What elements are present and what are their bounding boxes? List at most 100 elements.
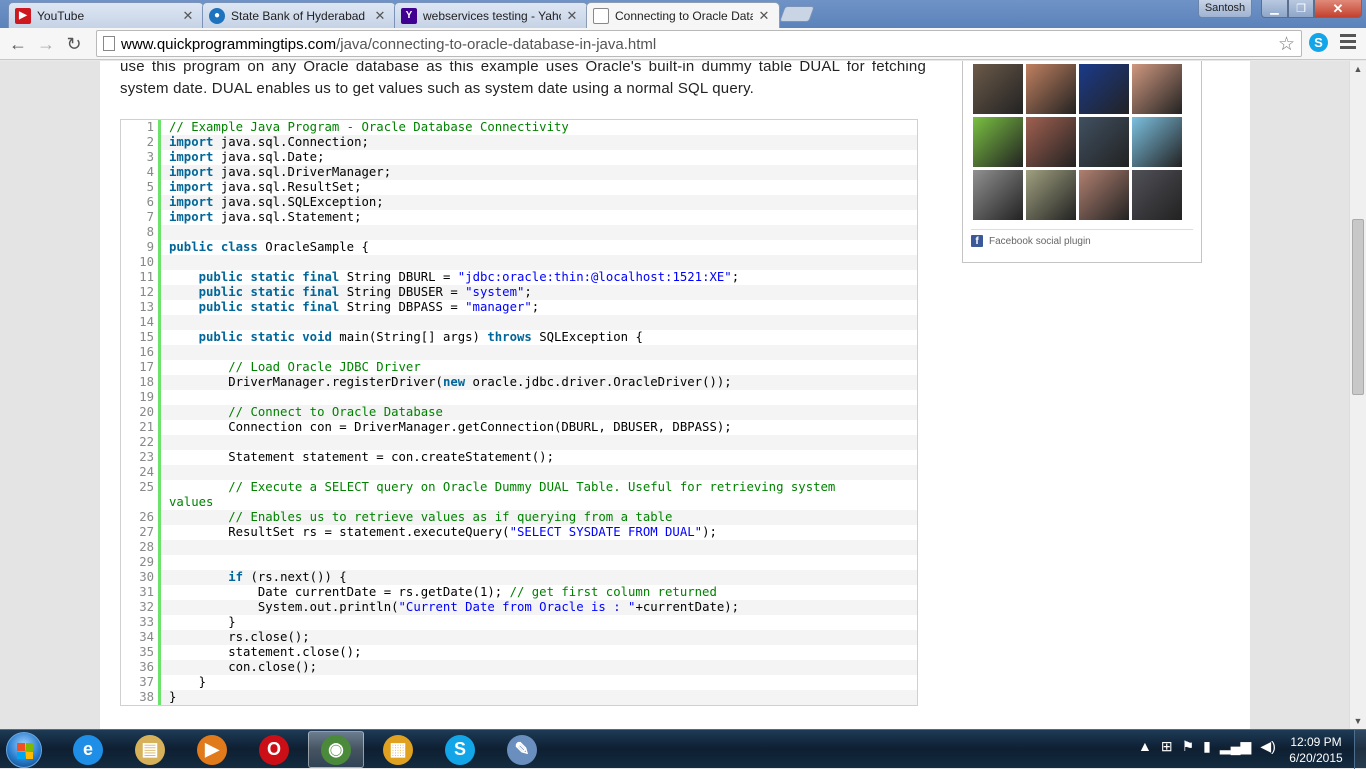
code-text: statement.close(); [161, 645, 917, 660]
facebook-plugin-footer[interactable]: f Facebook social plugin [971, 229, 1193, 247]
fan-avatar[interactable] [1026, 117, 1076, 167]
scroll-up-arrow-icon[interactable]: ▲ [1350, 61, 1366, 77]
skype-icon: S [445, 734, 475, 765]
fan-avatar[interactable] [1079, 117, 1129, 167]
code-line: 14 [121, 315, 917, 330]
code-line: 20 // Connect to Oracle Database [121, 405, 917, 420]
close-window-button[interactable]: ✕ [1314, 0, 1362, 18]
line-number: 3 [121, 150, 161, 165]
address-bar[interactable]: www.quickprogrammingtips.com/java/connec… [96, 30, 1302, 57]
close-icon[interactable]: ✕ [373, 8, 387, 24]
network-icon[interactable]: ▮ [1203, 738, 1211, 755]
fan-avatar[interactable] [1132, 170, 1182, 220]
signal-icon[interactable]: ▂▄▆ [1220, 738, 1251, 755]
fan-avatar[interactable] [973, 170, 1023, 220]
code-token: ); [702, 525, 717, 539]
minimize-button[interactable]: ▁ [1261, 0, 1288, 18]
code-listing: 1 // Example Java Program - Oracle Databa… [120, 119, 918, 706]
url-host: www.quickprogrammingtips.com [121, 36, 337, 53]
chrome-menu-icon[interactable] [1340, 34, 1356, 52]
code-text: // Enables us to retrieve values as if q… [161, 510, 917, 525]
taskbar-media-player[interactable]: ▶ [184, 731, 240, 768]
line-number: 37 [121, 675, 161, 690]
code-text: } [161, 675, 917, 690]
taskbar-apps-grid[interactable]: ▦ [370, 731, 426, 768]
code-text: System.out.println("Current Date from Or… [161, 600, 917, 615]
code-text [161, 225, 917, 240]
taskbar-clock[interactable]: 12:09 PM 6/20/2015 [1284, 734, 1348, 766]
code-text: } [161, 690, 917, 705]
scroll-down-arrow-icon[interactable]: ▼ [1350, 713, 1366, 729]
line-number: 25 [121, 480, 161, 510]
user-profile-button[interactable]: Santosh [1198, 0, 1252, 18]
facebook-plugin-label: Facebook social plugin [989, 235, 1091, 247]
line-number: 18 [121, 375, 161, 390]
code-token: ResultSet rs = statement.executeQuery( [169, 525, 510, 539]
show-desktop-button[interactable] [1354, 730, 1366, 769]
taskbar-paint[interactable]: ✎ [494, 731, 550, 768]
code-text: import java.sql.SQLException; [161, 195, 917, 210]
fan-avatar[interactable] [1026, 64, 1076, 114]
tab-state-bank[interactable]: ● State Bank of Hyderabad ✕ [202, 2, 396, 28]
fan-avatar[interactable] [1079, 170, 1129, 220]
close-icon[interactable]: ✕ [565, 8, 579, 24]
start-button[interactable] [6, 732, 42, 768]
code-line: 12 public static final String DBUSER = "… [121, 285, 917, 300]
line-number: 13 [121, 300, 161, 315]
code-line: 4 import java.sql.DriverManager; [121, 165, 917, 180]
line-number: 27 [121, 525, 161, 540]
code-line: 30 if (rs.next()) { [121, 570, 917, 585]
fan-avatar[interactable] [1132, 64, 1182, 114]
code-line: 32 System.out.println("Current Date from… [121, 600, 917, 615]
skype-extension-icon[interactable]: S [1309, 33, 1328, 52]
taskbar-file-explorer[interactable]: ▤ [122, 731, 178, 768]
tab-youtube[interactable]: ▶ YouTube ✕ [8, 2, 204, 28]
windows-flag-icon[interactable]: ⊞ [1161, 738, 1173, 755]
youtube-icon: ▶ [15, 7, 31, 24]
back-icon[interactable]: ← [6, 32, 30, 56]
page-viewport: use this program on any Oracle database … [0, 61, 1349, 729]
new-tab-button[interactable] [779, 6, 815, 22]
scroll-thumb[interactable] [1352, 219, 1364, 395]
fan-avatar[interactable] [1079, 64, 1129, 114]
fan-avatar[interactable] [973, 117, 1023, 167]
code-line: 33 } [121, 615, 917, 630]
maximize-button[interactable]: ❐ [1288, 0, 1314, 18]
line-number: 36 [121, 660, 161, 675]
code-token: oracle.jdbc.driver.OracleDriver()); [465, 375, 732, 389]
forward-icon[interactable]: → [34, 32, 58, 56]
fan-avatar[interactable] [973, 64, 1023, 114]
show-hidden-icons-icon[interactable]: ▲ [1138, 738, 1152, 755]
taskbar-skype[interactable]: S [432, 731, 488, 768]
close-icon[interactable]: ✕ [757, 8, 771, 24]
reload-icon[interactable]: ↻ [62, 32, 86, 56]
fan-avatar[interactable] [1132, 117, 1182, 167]
fan-avatar[interactable] [1026, 170, 1076, 220]
bookmark-star-icon[interactable]: ☆ [1278, 33, 1295, 56]
code-text [161, 255, 917, 270]
code-token: "SELECT SYSDATE FROM DUAL" [509, 525, 703, 539]
close-icon[interactable]: ✕ [181, 8, 195, 24]
code-line: 10 [121, 255, 917, 270]
code-token: java.sql.SQLException; [213, 195, 384, 209]
code-token: SQLException { [531, 330, 643, 344]
code-token: String DBPASS = [339, 300, 466, 314]
taskbar-internet-explorer[interactable]: e [60, 731, 116, 768]
line-number: 15 [121, 330, 161, 345]
code-line: 36 con.close(); [121, 660, 917, 675]
action-center-icon[interactable]: ⚑ [1182, 738, 1195, 755]
line-number: 7 [121, 210, 161, 225]
tab-yahoo[interactable]: Y webservices testing - Yahoo ✕ [394, 2, 588, 28]
vertical-scrollbar[interactable]: ▲ ▼ [1349, 61, 1366, 729]
code-token: java.sql.DriverManager; [213, 165, 392, 179]
line-number: 6 [121, 195, 161, 210]
taskbar-opera[interactable]: O [246, 731, 302, 768]
line-number: 14 [121, 315, 161, 330]
url-text[interactable]: www.quickprogrammingtips.com/java/connec… [121, 36, 656, 53]
code-text: if (rs.next()) { [161, 570, 917, 585]
code-token: "manager" [465, 300, 532, 314]
tab-oracle-article[interactable]: Connecting to Oracle Data ✕ [586, 2, 780, 29]
taskbar-chrome[interactable]: ◉ [308, 731, 364, 768]
volume-icon[interactable]: ◀) [1260, 738, 1275, 755]
